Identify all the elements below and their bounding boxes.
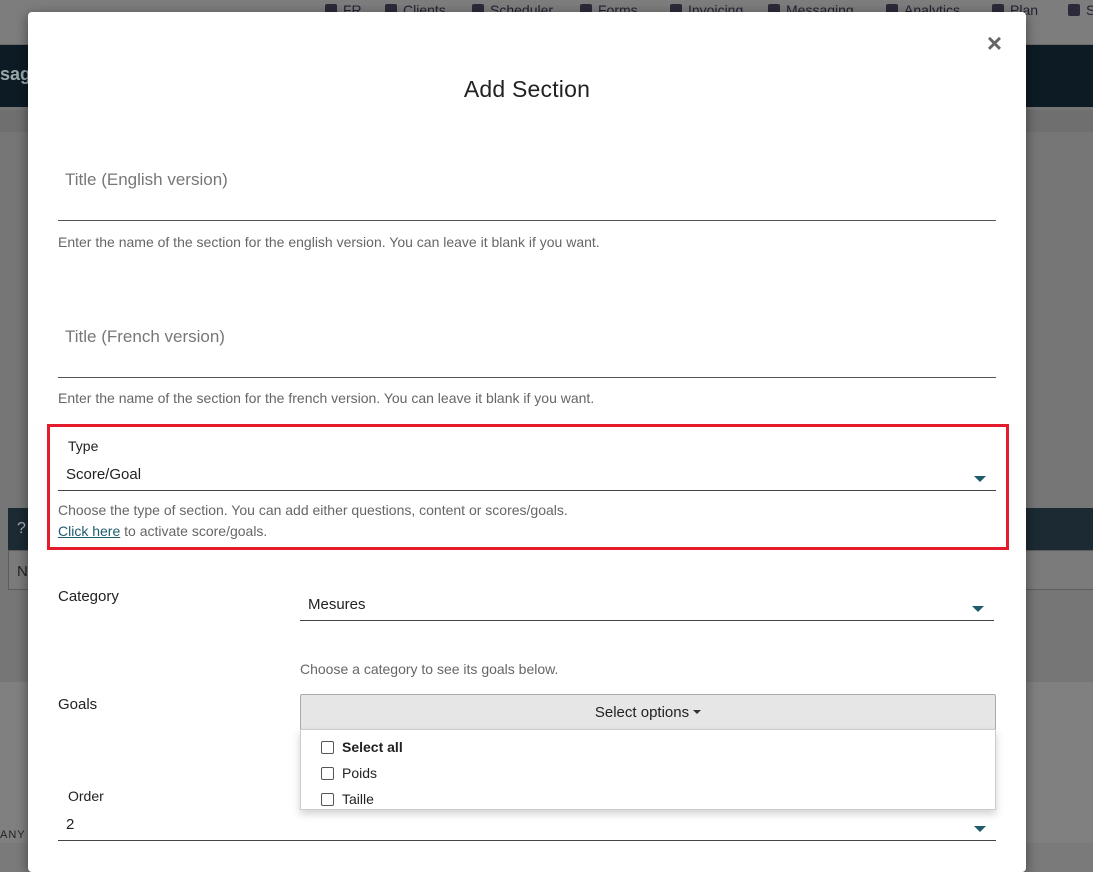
- goal-option-select-all[interactable]: Select all: [321, 739, 403, 755]
- goals-label: Goals: [58, 696, 98, 713]
- checkbox[interactable]: [321, 766, 334, 780]
- type-select-value: Score/Goal: [66, 466, 142, 483]
- nav-item-settings: S: [1068, 2, 1093, 18]
- type-select[interactable]: Score/Goal: [58, 462, 996, 491]
- caret-down-icon: [974, 826, 986, 832]
- gear-icon: [1068, 4, 1080, 16]
- category-select-value: Mesures: [308, 596, 366, 613]
- background-table-row-text: N: [17, 563, 28, 580]
- caret-down-icon: [972, 606, 984, 612]
- checkbox[interactable]: [321, 740, 334, 754]
- background-table-header-text: ?: [17, 520, 26, 537]
- title-english-help: Enter the name of the section for the en…: [58, 234, 600, 250]
- background-footer-text: ANY: [0, 829, 26, 841]
- close-icon[interactable]: ×: [987, 30, 1002, 56]
- activate-score-goals-text: to activate score/goals.: [120, 523, 268, 539]
- activate-score-goals-link[interactable]: Click here: [58, 523, 120, 539]
- goals-dropdown-menu: Select all Poids Taille: [300, 729, 996, 810]
- caret-down-icon: [974, 476, 986, 482]
- title-english-field[interactable]: Title (English version): [58, 158, 996, 221]
- goal-option-taille[interactable]: Taille: [321, 791, 374, 807]
- order-select[interactable]: 2: [58, 812, 996, 841]
- caret-down-icon: [693, 710, 702, 714]
- order-select-value: 2: [66, 816, 75, 833]
- goals-select-options-button[interactable]: Select options: [300, 694, 996, 730]
- type-label: Type: [68, 438, 99, 454]
- title-french-placeholder: Title (French version): [65, 327, 225, 346]
- add-section-modal: × Add Section Title (English version) En…: [28, 12, 1026, 872]
- type-help: Choose the type of section. You can add …: [58, 502, 568, 518]
- category-help: Choose a category to see its goals below…: [300, 661, 559, 677]
- goals-select-options-label: Select options: [594, 703, 690, 721]
- category-select[interactable]: Mesures: [300, 592, 994, 621]
- goal-option-poids[interactable]: Poids: [321, 765, 377, 781]
- category-label: Category: [58, 588, 119, 605]
- order-label: Order: [68, 788, 104, 804]
- title-french-help: Enter the name of the section for the fr…: [58, 390, 595, 406]
- type-activate-line: Click here to activate score/goals.: [58, 523, 267, 539]
- checkbox[interactable]: [321, 792, 334, 806]
- modal-title: Add Section: [463, 76, 591, 102]
- title-french-field[interactable]: Title (French version): [58, 315, 996, 378]
- title-english-placeholder: Title (English version): [65, 170, 228, 189]
